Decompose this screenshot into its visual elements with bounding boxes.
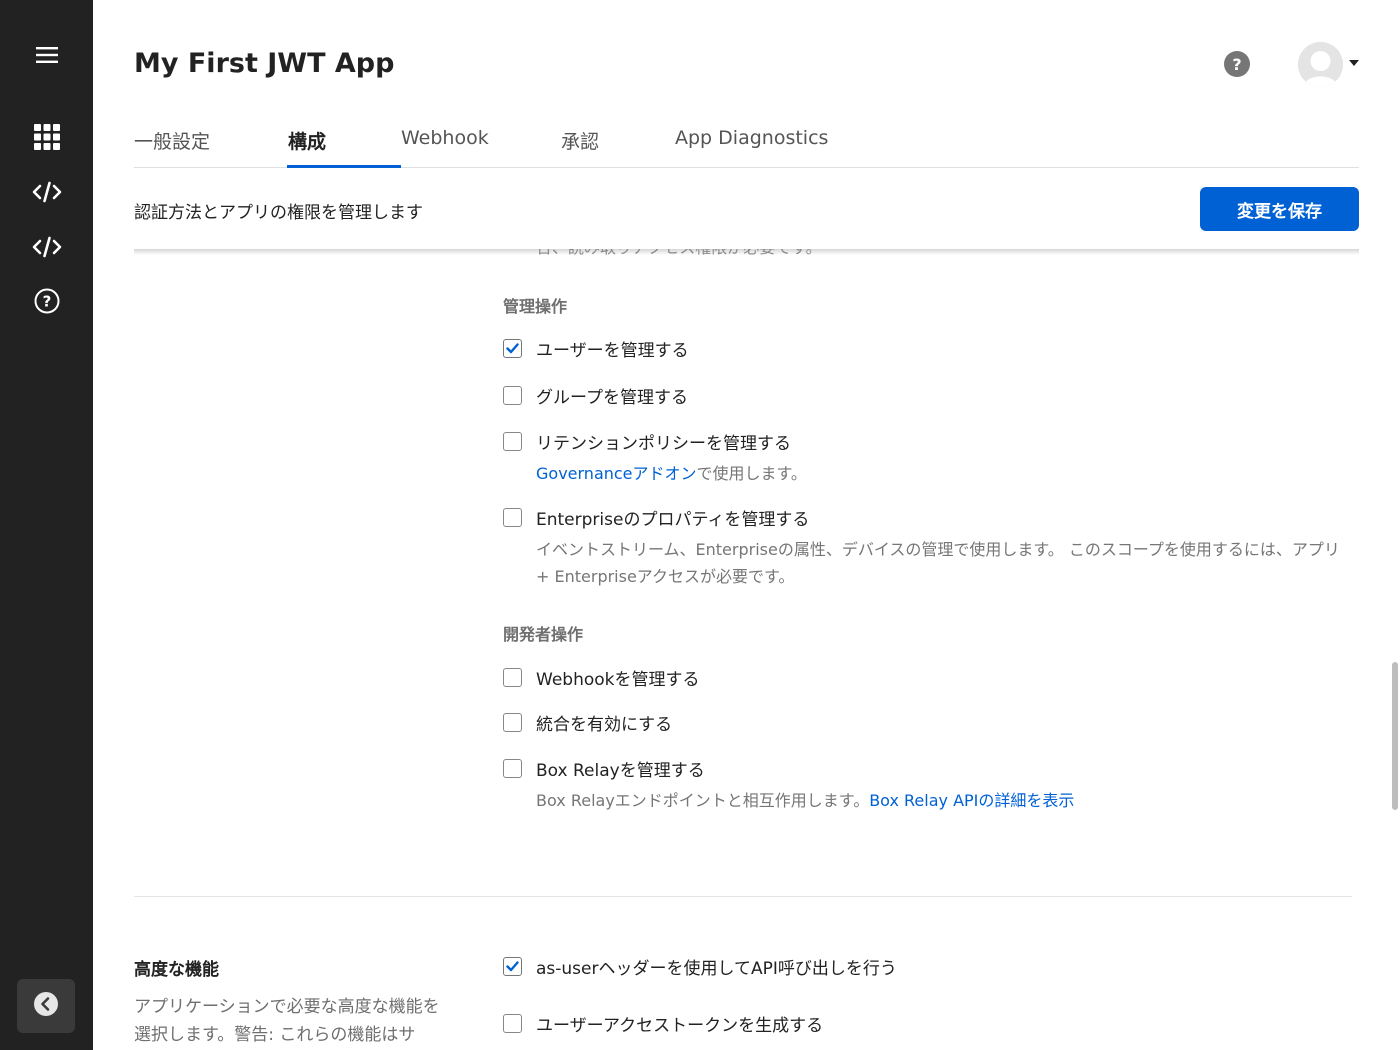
tab-bar: 一般設定 構成 Webhook 承認 App Diagnostics [134, 120, 1359, 168]
manage-users-label: ユーザーを管理する [536, 340, 689, 361]
enterprise-help-text: イベントストリーム、Enterpriseの属性、デバイスの管理で使用します。 こ… [536, 540, 1340, 586]
manage-enterprise-properties-checkbox[interactable] [503, 507, 522, 527]
scrollbar-thumb[interactable] [1392, 662, 1398, 810]
enable-integrations-option[interactable]: 統合を有効にする [503, 710, 673, 735]
manage-retention-policies-checkbox[interactable] [503, 431, 522, 451]
active-tab-indicator [287, 165, 401, 168]
manage-box-relay-checkbox[interactable] [503, 758, 522, 778]
section-divider [134, 896, 1352, 897]
checkmark-icon [506, 960, 519, 971]
manage-groups-checkbox[interactable] [503, 385, 522, 405]
manage-groups-label: グループを管理する [536, 387, 688, 408]
tab-webhook[interactable]: Webhook [401, 120, 489, 168]
as-user-header-label: as-userヘッダーを使用してAPI呼び出しを行う [536, 958, 897, 979]
generate-user-token-option[interactable]: ユーザーアクセストークンを生成する [503, 1011, 824, 1036]
page-description: 認証方法とアプリの権限を管理します [134, 203, 423, 223]
box-relay-help-prefix: Box Relayエンドポイントと相互作用します。 [536, 791, 870, 810]
manage-users-option[interactable]: ユーザーを管理する [503, 336, 689, 361]
enable-integrations-label: 統合を有効にする [536, 714, 673, 735]
manage-enterprise-properties-option[interactable]: Enterpriseのプロパティを管理する [503, 505, 810, 530]
manage-groups-option[interactable]: グループを管理する [503, 383, 688, 408]
manage-webhooks-option[interactable]: Webhookを管理する [503, 665, 700, 690]
manage-box-relay-option[interactable]: Box Relayを管理する [503, 756, 705, 781]
generate-user-token-label: ユーザーアクセストークンを生成する [536, 1015, 824, 1036]
chevron-down-icon[interactable] [1349, 60, 1359, 66]
admin-actions-heading: 管理操作 [503, 297, 568, 316]
svg-text:?: ? [42, 293, 51, 311]
page-title: My First JWT App [134, 48, 395, 79]
help-button[interactable]: ? [1224, 51, 1250, 77]
manage-box-relay-label: Box Relayを管理する [536, 760, 705, 781]
tab-general[interactable]: 一般設定 [134, 120, 210, 168]
tab-authorization[interactable]: 承認 [561, 120, 599, 168]
manage-retention-policies-option[interactable]: リテンションポリシーを管理する [503, 429, 791, 454]
help-icon: ? [1232, 54, 1242, 74]
code-icon[interactable] [0, 227, 93, 267]
advanced-features-description: アプリケーションで必要な高度な機能を選択します。警告: これらの機能はサ [134, 997, 440, 1045]
retention-help-suffix: で使用します。 [696, 464, 807, 483]
generate-user-token-checkbox[interactable] [503, 1013, 522, 1033]
developer-actions-heading: 開発者操作 [503, 625, 584, 644]
help-circle-icon[interactable]: ? [0, 281, 93, 321]
manage-enterprise-properties-label: Enterpriseのプロパティを管理する [536, 509, 810, 530]
menu-icon[interactable] [0, 35, 93, 75]
advanced-features-heading: 高度な機能 [134, 960, 219, 980]
as-user-header-checkbox[interactable] [503, 956, 522, 976]
manage-retention-policies-label: リテンションポリシーを管理する [536, 433, 791, 454]
enable-integrations-checkbox[interactable] [503, 712, 522, 732]
tab-configuration[interactable]: 構成 [288, 120, 326, 168]
manage-webhooks-label: Webhookを管理する [536, 669, 700, 690]
box-relay-help-text: Box Relayエンドポイントと相互作用します。Box Relay APIの詳… [536, 787, 1074, 814]
checkmark-icon [506, 342, 519, 353]
save-changes-button[interactable]: 変更を保存 [1200, 187, 1359, 231]
tab-app-diagnostics[interactable]: App Diagnostics [675, 120, 828, 168]
scrolled-help-text: 合、読み取りアクセス権限が必要です。 [536, 239, 822, 257]
avatar[interactable] [1298, 42, 1343, 87]
retention-help-text: Governanceアドオンで使用します。 [536, 460, 807, 487]
manage-webhooks-checkbox[interactable] [503, 667, 522, 687]
box-relay-api-link[interactable]: Box Relay APIの詳細を表示 [869, 791, 1074, 810]
code-icon[interactable] [0, 172, 93, 212]
manage-users-checkbox[interactable] [503, 338, 522, 358]
sidebar: ? [0, 0, 93, 1050]
collapse-sidebar-button[interactable] [17, 979, 75, 1033]
as-user-header-option[interactable]: as-userヘッダーを使用してAPI呼び出しを行う [503, 954, 897, 979]
apps-grid-icon[interactable] [0, 117, 93, 157]
governance-addon-link[interactable]: Governanceアドオン [536, 464, 697, 483]
chevron-left-icon [33, 991, 59, 1021]
main-content: My First JWT App ? 一般設定 構成 Webhook 承認 Ap… [93, 0, 1400, 1050]
